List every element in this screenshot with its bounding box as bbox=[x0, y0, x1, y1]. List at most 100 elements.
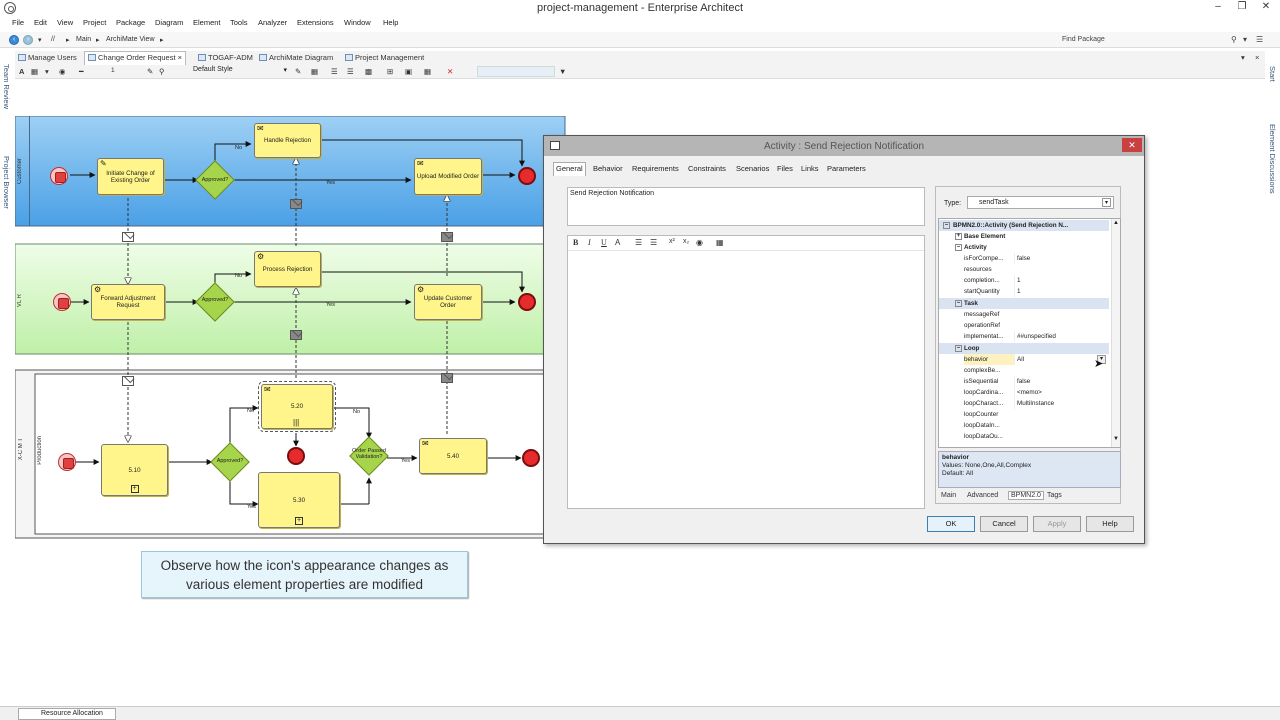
menu-icon[interactable]: ☰ bbox=[1256, 35, 1263, 44]
align-left-icon[interactable]: ☰ bbox=[331, 67, 338, 76]
find-package-field[interactable]: Find Package bbox=[1062, 36, 1105, 43]
order-icon[interactable]: ▩ bbox=[365, 67, 372, 76]
start-event[interactable] bbox=[58, 453, 76, 471]
task-5-30[interactable]: 5.30 + bbox=[258, 472, 340, 528]
delete-icon[interactable]: ✕ bbox=[447, 67, 453, 76]
tab-archimate-diagram[interactable]: ArchiMate Diagram bbox=[259, 53, 333, 62]
category-activity[interactable]: – Activity bbox=[939, 242, 1109, 253]
tab-scenarios[interactable]: Scenarios bbox=[736, 164, 769, 173]
bullet-list-icon[interactable]: ☰ bbox=[635, 238, 642, 247]
task-upload-modified-order[interactable]: ✉ Upload Modified Order bbox=[414, 158, 482, 195]
menu-element[interactable]: Element bbox=[193, 18, 221, 27]
message-icon[interactable] bbox=[441, 373, 453, 383]
message-icon[interactable] bbox=[441, 232, 453, 242]
spacing-icon[interactable]: ⊞ bbox=[387, 67, 393, 76]
property-row[interactable]: operationRef bbox=[939, 320, 1109, 331]
superscript-icon[interactable]: x² bbox=[669, 238, 675, 245]
tab-list-icon[interactable]: ▾ bbox=[1241, 53, 1245, 62]
task-5-20-send-rejection[interactable]: ✉ 5.20 ||| bbox=[258, 381, 336, 432]
category-task[interactable]: – Task bbox=[939, 298, 1109, 309]
property-row-selected[interactable]: behavior All ▾ bbox=[939, 354, 1109, 365]
tab-tags[interactable]: Tags bbox=[1047, 492, 1062, 499]
apply-style-icon[interactable]: ✎ bbox=[295, 67, 301, 76]
expand-icon[interactable]: + bbox=[955, 233, 962, 240]
property-row[interactable]: loopDataIn... bbox=[939, 420, 1109, 431]
menu-window[interactable]: Window bbox=[344, 18, 371, 27]
tab-advanced[interactable]: Advanced bbox=[967, 492, 998, 499]
task-handle-rejection[interactable]: ✉ Handle Rejection bbox=[254, 123, 321, 158]
dropdown-icon[interactable]: ▾ bbox=[1243, 35, 1247, 44]
tab-togaf-adm[interactable]: TOGAF-ADM bbox=[198, 53, 253, 62]
filter-icon[interactable]: ▼ bbox=[559, 67, 566, 76]
project-browser-tab[interactable]: Project Browser bbox=[2, 156, 11, 209]
property-row[interactable]: completion... 1 bbox=[939, 275, 1109, 286]
italic-icon[interactable]: I bbox=[588, 238, 591, 247]
nav-root[interactable]: // bbox=[51, 36, 55, 43]
scroll-up-icon[interactable]: ▲ bbox=[1113, 220, 1119, 226]
property-row[interactable]: startQuantity 1 bbox=[939, 286, 1109, 297]
category-loop[interactable]: – Loop bbox=[939, 343, 1109, 354]
property-row[interactable]: resources bbox=[939, 264, 1109, 275]
numbered-list-icon[interactable]: ☰ bbox=[650, 238, 657, 247]
close-tab-icon[interactable]: × bbox=[178, 53, 182, 62]
tab-parameters[interactable]: Parameters bbox=[827, 164, 866, 173]
task-forward-adjustment[interactable]: ⚙ Forward Adjustment Request bbox=[91, 284, 165, 320]
end-event[interactable] bbox=[518, 167, 536, 185]
end-event[interactable] bbox=[287, 447, 305, 465]
breadcrumb-main[interactable]: Main bbox=[76, 36, 91, 43]
link-icon[interactable]: ◉ bbox=[696, 238, 703, 247]
menu-project[interactable]: Project bbox=[83, 18, 106, 27]
menu-file[interactable]: File bbox=[12, 18, 24, 27]
start-tab[interactable]: Start bbox=[1268, 66, 1277, 82]
align-right-icon[interactable]: ☰ bbox=[347, 67, 354, 76]
close-window-button[interactable]: ✕ bbox=[1254, 0, 1278, 14]
spellcheck-icon[interactable]: ▦ bbox=[716, 238, 724, 247]
task-initiate-change[interactable]: ✎ Initiate Change of Existing Order bbox=[97, 158, 164, 195]
tab-constraints[interactable]: Constraints bbox=[688, 164, 726, 173]
collapse-icon[interactable]: – bbox=[955, 300, 962, 307]
property-row[interactable]: complexBe... bbox=[939, 365, 1109, 376]
font-size-field[interactable]: 1 bbox=[111, 67, 115, 74]
task-5-10[interactable]: 5.10 + bbox=[101, 444, 168, 496]
tab-links[interactable]: Links bbox=[801, 164, 819, 173]
search-field[interactable] bbox=[477, 66, 555, 77]
save-style-icon[interactable]: ▦ bbox=[311, 67, 318, 76]
style-select[interactable]: Default Style ▾ bbox=[193, 66, 289, 77]
property-grid-scrollbar[interactable]: ▲ ▼ bbox=[1111, 219, 1120, 447]
property-row[interactable]: isSequential false bbox=[939, 376, 1109, 387]
property-row[interactable]: implementat... ##unspecified bbox=[939, 331, 1109, 342]
breadcrumb-archimate-view[interactable]: ArchiMate View bbox=[106, 36, 155, 43]
back-arrow-icon[interactable]: ‹ bbox=[9, 35, 19, 45]
menu-view[interactable]: View bbox=[57, 18, 73, 27]
forward-arrow-icon[interactable]: › bbox=[23, 35, 33, 45]
line-color-icon[interactable]: ━ bbox=[79, 67, 84, 76]
team-review-tab[interactable]: Team Review bbox=[2, 64, 11, 109]
menu-extensions[interactable]: Extensions bbox=[297, 18, 334, 27]
property-row[interactable]: loopCharact... MultiInstance bbox=[939, 398, 1109, 409]
fill-color-icon[interactable]: ▦ bbox=[31, 67, 38, 76]
end-event[interactable] bbox=[518, 293, 536, 311]
dropdown-icon[interactable]: ▾ bbox=[45, 67, 49, 76]
tab-behavior[interactable]: Behavior bbox=[593, 164, 623, 173]
bold-icon[interactable]: B bbox=[573, 238, 578, 247]
menu-tools[interactable]: Tools bbox=[230, 18, 248, 27]
resource-allocation-tab[interactable]: Resource Allocation bbox=[18, 708, 116, 720]
task-update-customer-order[interactable]: ⚙ Update Customer Order bbox=[414, 284, 482, 320]
underline-icon[interactable]: U bbox=[601, 238, 607, 247]
dialog-title-bar[interactable]: Activity : Send Rejection Notification ✕ bbox=[544, 136, 1144, 156]
start-event[interactable] bbox=[50, 167, 68, 185]
message-icon[interactable] bbox=[122, 376, 134, 386]
message-icon[interactable] bbox=[290, 199, 302, 209]
collapse-icon[interactable]: – bbox=[943, 222, 950, 229]
scroll-down-icon[interactable]: ▼ bbox=[1113, 436, 1119, 442]
notes-editor[interactable]: B I U A ☰ ☰ x² x₂ ◉ ▦ bbox=[567, 235, 925, 509]
tab-main[interactable]: Main bbox=[941, 492, 956, 499]
tab-general[interactable]: General bbox=[553, 162, 586, 176]
menu-diagram[interactable]: Diagram bbox=[155, 18, 183, 27]
property-row[interactable]: loopDataOu... bbox=[939, 431, 1109, 442]
property-row[interactable]: loopCounter bbox=[939, 409, 1109, 420]
task-process-rejection[interactable]: ⚙ Process Rejection bbox=[254, 251, 321, 287]
dropdown-icon[interactable]: ▾ bbox=[38, 36, 42, 44]
ok-button[interactable]: OK bbox=[927, 516, 975, 532]
font-color-icon[interactable]: A bbox=[615, 238, 620, 247]
